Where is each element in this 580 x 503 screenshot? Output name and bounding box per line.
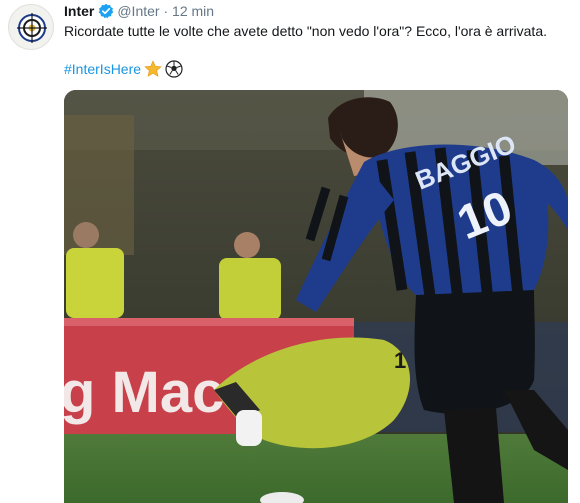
soccer-ball-emoji	[165, 60, 183, 78]
avatar[interactable]	[8, 4, 54, 50]
ad-board-text: g Mac	[64, 360, 224, 425]
tweet-timestamp[interactable]: 12 min	[172, 3, 214, 19]
meta-separator: ·	[163, 3, 169, 19]
tweet-text: Ricordate tutte le volte che avete detto…	[64, 23, 547, 39]
star-emoji	[144, 60, 162, 78]
verified-badge-icon	[98, 3, 114, 19]
video-frame: g Mac 1 BAGGIO 10	[64, 90, 568, 503]
account-handle[interactable]: @Inter	[117, 3, 159, 19]
tweet: Inter @Inter · 12 min Ricordate tutte le …	[0, 0, 580, 503]
inter-logo-icon	[17, 13, 47, 43]
hashtag-link[interactable]: #InterIsHere	[64, 61, 141, 77]
keeper-glove	[236, 410, 262, 446]
tweet-media-video[interactable]: g Mac 1 BAGGIO 10	[64, 90, 568, 503]
hashtag-line: #InterIsHere	[64, 60, 183, 78]
keeper-number: 1	[394, 348, 406, 373]
account-name[interactable]: Inter	[64, 3, 94, 19]
tweet-header: Inter @Inter · 12 min	[64, 2, 214, 20]
